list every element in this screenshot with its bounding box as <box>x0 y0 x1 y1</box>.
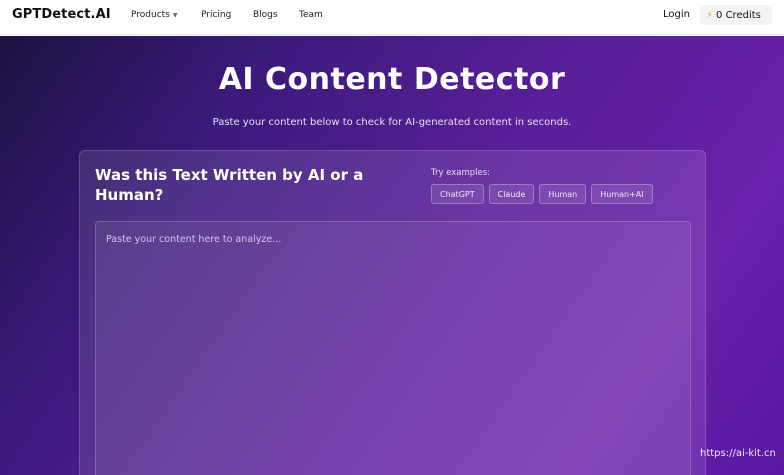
page-subtitle: Paste your content below to check for AI… <box>212 117 572 128</box>
nav-pricing-label: Pricing <box>201 10 232 20</box>
nav-blogs[interactable]: Blogs <box>253 10 278 20</box>
example-chatgpt-button[interactable]: ChatGPT <box>431 184 484 204</box>
nav-products-label: Products <box>131 10 170 20</box>
nav-team[interactable]: Team <box>299 10 323 20</box>
credits-button[interactable]: ⚡ 0 Credits <box>700 5 772 25</box>
chevron-down-icon: ▼ <box>172 11 178 19</box>
login-link[interactable]: Login <box>663 9 690 20</box>
example-human-button[interactable]: Human <box>539 184 587 204</box>
site-logo[interactable]: GPTDetect.AI <box>12 7 111 22</box>
nav-team-label: Team <box>299 10 323 20</box>
hero-section: AI Content Detector Paste your content b… <box>0 36 784 475</box>
example-buttons: ChatGPT Claude Human Human+AI <box>431 184 653 204</box>
top-navbar: GPTDetect.AI Products ▼ Pricing Blogs Te… <box>0 0 784 35</box>
card-title: Was this Text Written by AI or a Human? <box>95 166 364 204</box>
content-input[interactable]: Paste your content here to analyze... <box>95 221 691 475</box>
nav-blogs-label: Blogs <box>253 10 278 20</box>
nav-pricing[interactable]: Pricing <box>201 10 231 20</box>
watermark-text: https://ai-kit.cn <box>700 448 776 459</box>
detector-card: Was this Text Written by AI or a Human? … <box>79 150 706 475</box>
try-examples-label: Try examples: <box>431 168 491 178</box>
example-claude-button[interactable]: Claude <box>488 184 535 204</box>
credits-label: 0 Credits <box>716 9 761 21</box>
lightning-icon: ⚡ <box>706 9 714 21</box>
nav-products[interactable]: Products ▼ <box>131 10 178 20</box>
page-title: AI Content Detector <box>218 62 566 97</box>
example-human-ai-button[interactable]: Human+AI <box>591 184 653 204</box>
